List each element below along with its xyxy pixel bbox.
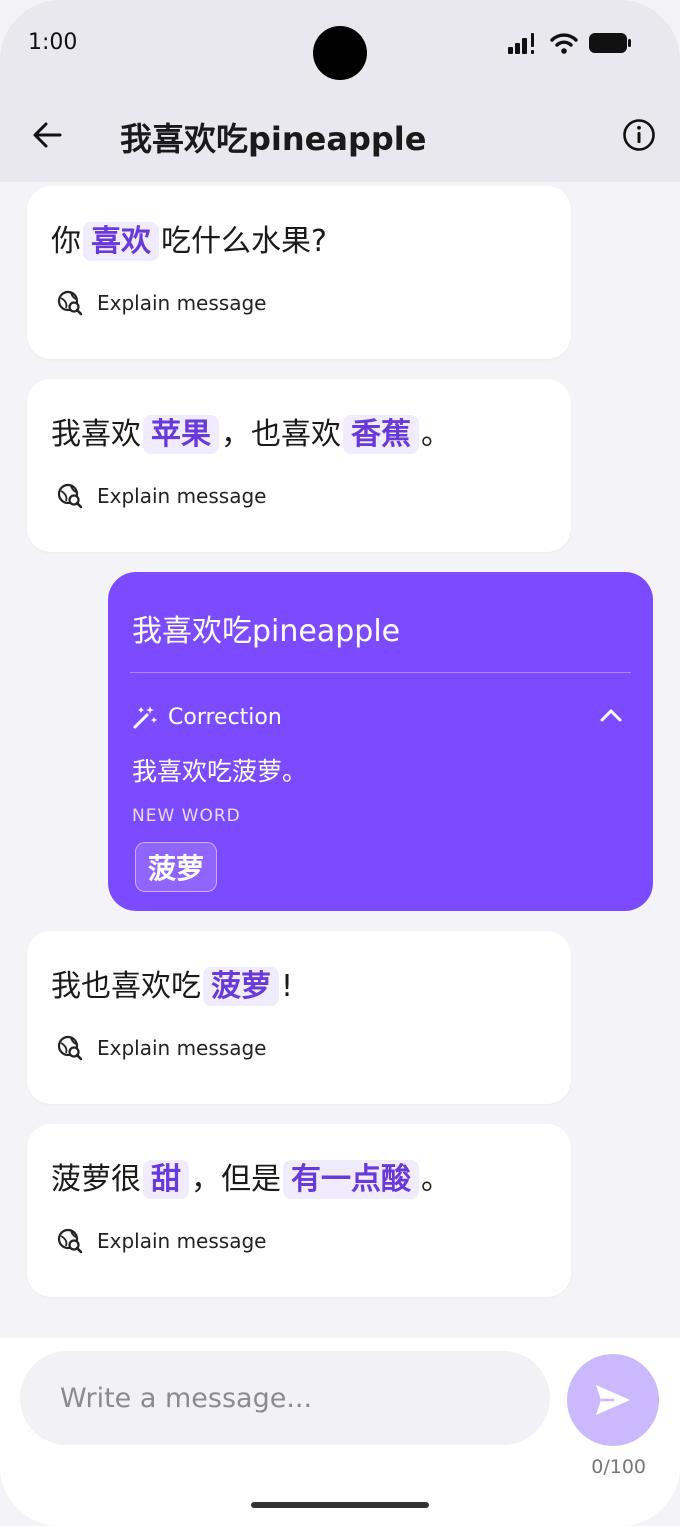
- signal-icon: [508, 33, 534, 54]
- assistant-message: 菠萝很甜，但是 有一点酸。 Explain message: [27, 1124, 571, 1297]
- explain-label: Explain message: [97, 1229, 267, 1253]
- globe-search-icon: [57, 1228, 83, 1254]
- text-segment: ，但是: [191, 1162, 281, 1197]
- user-message: 我喜欢吃pineapple Correction 我喜欢吃菠萝。 NEW WOR…: [108, 572, 653, 911]
- text-segment: ，也喜欢: [221, 417, 341, 452]
- top-bar: 1:00 我喜欢吃pineapple: [0, 0, 680, 182]
- wifi-icon: [550, 33, 578, 54]
- message-text: 我喜欢 苹果 ，也喜欢 香蕉。: [51, 409, 451, 454]
- send-icon: [596, 1385, 630, 1415]
- text-segment: 。: [421, 1162, 451, 1197]
- user-message-text: 我喜欢吃pineapple: [132, 614, 401, 649]
- message-text: 菠萝很甜，但是 有一点酸。: [51, 1154, 451, 1199]
- correction-header[interactable]: Correction: [132, 704, 282, 730]
- page-title: 我喜欢吃pineapple: [120, 120, 427, 158]
- vocab-highlight[interactable]: 菠萝: [203, 967, 279, 1006]
- text-segment: 我也喜欢吃: [51, 969, 201, 1004]
- text-segment: 。: [421, 417, 451, 452]
- status-time: 1:00: [28, 30, 78, 55]
- message-text: 我也喜欢吃 菠萝!: [51, 961, 294, 1006]
- explain-message-button[interactable]: Explain message: [57, 290, 266, 316]
- vocab-highlight[interactable]: 有一点酸: [283, 1160, 419, 1199]
- home-indicator: [251, 1502, 429, 1508]
- message-text: 你喜欢 吃什么水果?: [51, 216, 327, 261]
- camera-cutout: [313, 26, 367, 80]
- info-icon[interactable]: [622, 118, 656, 152]
- explain-label: Explain message: [97, 291, 267, 315]
- phone-screen: 1:00 我喜欢吃pineapple 你 喜欢 吃什么水果? Explain m…: [0, 0, 680, 1526]
- message-composer: 0/100: [0, 1338, 680, 1526]
- new-word-chip[interactable]: 菠萝: [135, 842, 218, 892]
- text-segment: 菠萝很: [51, 1162, 141, 1197]
- vocab-highlight[interactable]: 喜欢: [83, 222, 159, 261]
- message-input[interactable]: [20, 1351, 550, 1445]
- globe-search-icon: [57, 290, 83, 316]
- explain-message-button[interactable]: Explain message: [57, 1035, 266, 1061]
- send-button[interactable]: [567, 1354, 659, 1446]
- magic-wand-icon: [133, 706, 157, 729]
- explain-label: Explain message: [97, 484, 267, 508]
- text-segment: 你: [51, 224, 81, 259]
- vocab-highlight[interactable]: 香蕉: [343, 415, 419, 454]
- text-segment: 吃什么水果?: [161, 224, 327, 259]
- new-word-label: NEW WORD: [132, 806, 241, 826]
- assistant-message: 我也喜欢吃 菠萝! Explain message: [27, 931, 571, 1104]
- back-arrow-icon[interactable]: [30, 118, 64, 152]
- battery-icon: [589, 33, 631, 53]
- explain-message-button[interactable]: Explain message: [57, 483, 266, 509]
- divider: [130, 672, 631, 673]
- character-counter: 0/100: [591, 1456, 646, 1478]
- assistant-message: 我喜欢 苹果 ，也喜欢 香蕉。 Explain message: [27, 379, 571, 552]
- vocab-highlight[interactable]: 甜: [143, 1160, 189, 1199]
- globe-search-icon: [57, 483, 83, 509]
- text-segment: !: [281, 969, 294, 1004]
- globe-search-icon: [57, 1035, 83, 1061]
- chevron-up-icon[interactable]: [599, 706, 623, 724]
- status-icons: [508, 32, 632, 54]
- text-segment: 我喜欢: [51, 417, 141, 452]
- correction-label: Correction: [168, 704, 282, 730]
- explain-message-button[interactable]: Explain message: [57, 1228, 266, 1254]
- correction-text: 我喜欢吃菠萝。: [132, 757, 308, 786]
- assistant-message: 你喜欢 吃什么水果? Explain message: [27, 186, 571, 359]
- explain-label: Explain message: [97, 1036, 267, 1060]
- vocab-highlight[interactable]: 苹果: [143, 415, 219, 454]
